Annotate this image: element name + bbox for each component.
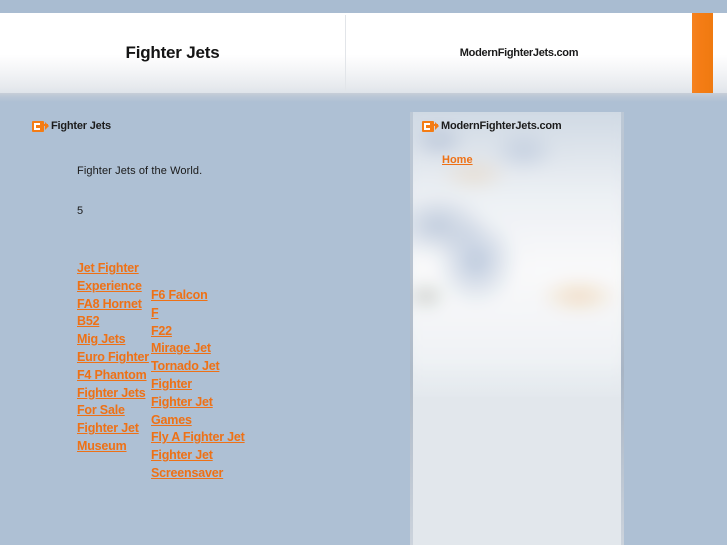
header-shadow (0, 93, 727, 102)
list-item[interactable]: Mirage Jet (151, 340, 247, 358)
list-item[interactable]: B52 (77, 313, 149, 331)
list-item[interactable]: Mig Jets (77, 331, 149, 349)
right-frame-title: ModernFighterJets.com (441, 120, 562, 132)
feed-arrow-icon (435, 121, 439, 130)
right-frame-lower-fill (410, 397, 624, 545)
list-item[interactable]: Fighter Jet Screensaver (151, 447, 247, 483)
left-frame-title-row: Fighter Jets (32, 120, 111, 132)
header-inner: Fighter Jets ModernFighterJets.com (0, 13, 714, 93)
intro-text: Fighter Jets of the World. (77, 165, 203, 177)
list-item[interactable]: FA8 Hornet (77, 296, 149, 314)
right-frame: ModernFighterJets.com Home (410, 112, 624, 545)
feed-arrow-icon (45, 121, 49, 130)
site-domain-label: ModernFighterJets.com (459, 47, 579, 59)
header-title-cell: Fighter Jets (0, 13, 345, 93)
top-bar (0, 0, 727, 13)
list-item[interactable]: Fly A Fighter Jet (151, 429, 247, 447)
page-header: Fighter Jets ModernFighterJets.com (0, 13, 727, 93)
list-item[interactable]: F22 (151, 323, 247, 341)
right-frame-right-edge (621, 112, 624, 545)
link-column-two: F6 Falcon F F22 Mirage Jet Tornado Jet F… (151, 287, 247, 483)
list-item[interactable]: Fighter (151, 376, 247, 394)
list-item[interactable]: Fighter Jet Games (151, 394, 247, 430)
list-item[interactable]: Euro Fighter (77, 349, 149, 367)
list-item[interactable]: Jet Fighter Experience (77, 260, 149, 296)
list-item[interactable]: Fighter Jet Museum (77, 420, 149, 456)
home-link[interactable]: Home (442, 154, 473, 166)
body-area: Fighter Jets Fighter Jets of the World. … (0, 102, 727, 545)
right-frame-left-edge (410, 112, 413, 545)
list-item[interactable]: F4 Phantom (77, 367, 149, 385)
header-domain-cell: ModernFighterJets.com (346, 13, 692, 93)
feed-icon (422, 120, 439, 132)
orange-accent-tab[interactable] (692, 13, 713, 93)
feed-icon (32, 120, 49, 132)
list-item[interactable]: F (151, 305, 247, 323)
link-column-one: Jet Fighter Experience FA8 Hornet B52 Mi… (77, 260, 149, 456)
count-text: 5 (77, 205, 84, 217)
list-item[interactable]: Fighter Jets For Sale (77, 385, 149, 421)
right-frame-title-row: ModernFighterJets.com (422, 120, 562, 132)
photo-fade-overlay (410, 362, 624, 397)
left-frame: Fighter Jets Fighter Jets of the World. … (20, 112, 395, 545)
list-item[interactable]: Tornado Jet (151, 358, 247, 376)
list-item[interactable]: F6 Falcon (151, 287, 247, 305)
page-title: Fighter Jets (125, 43, 220, 62)
left-frame-title: Fighter Jets (51, 120, 111, 132)
